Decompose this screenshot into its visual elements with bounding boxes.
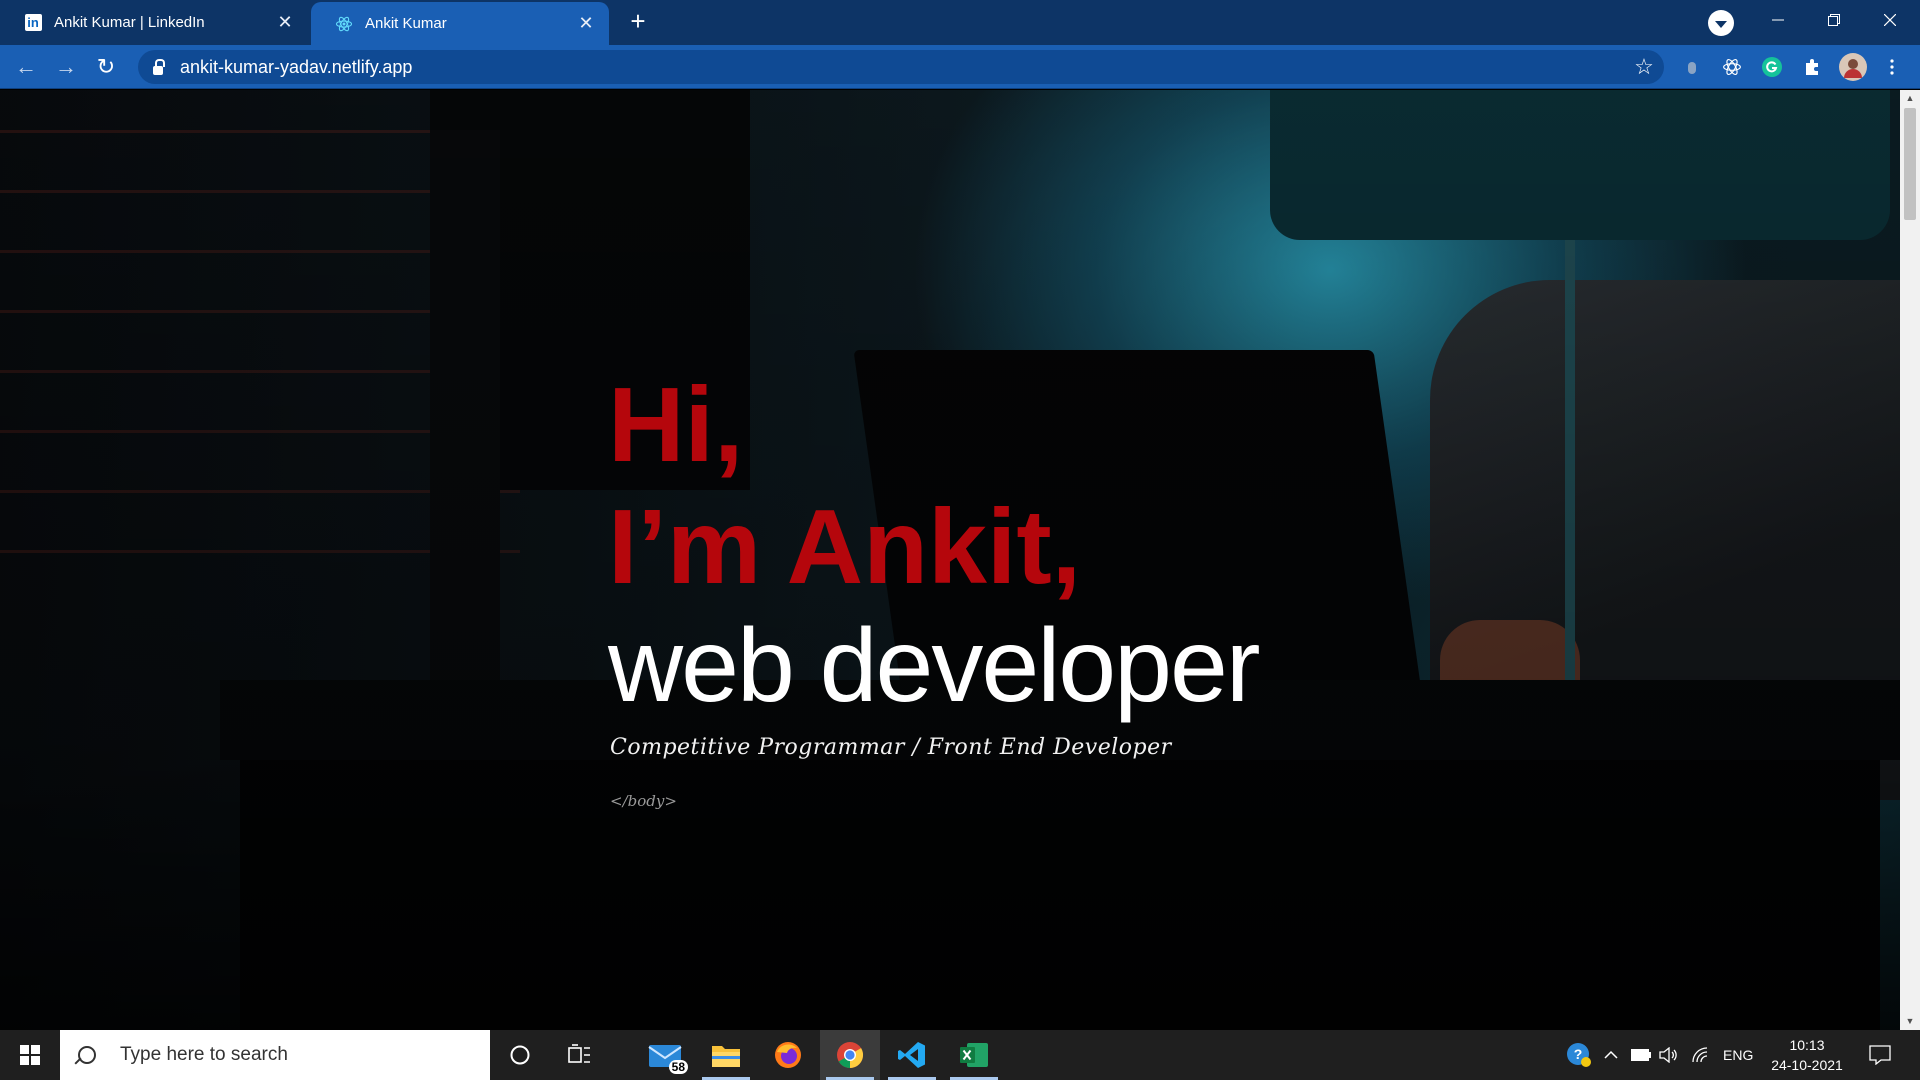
clock-time: 10:13 [1789,1037,1825,1053]
react-icon [335,15,353,33]
task-view-icon[interactable] [550,1030,610,1080]
volume-icon[interactable] [1658,1044,1680,1066]
battery-icon[interactable] [1630,1044,1652,1066]
linkedin-icon: in [24,14,42,32]
back-button[interactable]: ← [10,51,42,83]
search-icon [78,1046,96,1064]
reload-button[interactable]: ↻ [90,51,122,83]
excel-icon[interactable] [944,1030,1004,1080]
tab-ankit-kumar[interactable]: Ankit Kumar ✕ [311,2,609,45]
restore-icon [1828,14,1840,26]
language-indicator[interactable]: ENG [1723,1030,1753,1080]
svg-text:?: ? [1574,1046,1583,1062]
browser-toolbar: ← → ↻ ankit-kumar-yadav.netlify.app ☆ [0,45,1920,89]
tab-title: Ankit Kumar [365,15,447,32]
scroll-down-arrow-icon[interactable]: ▼ [1900,1013,1920,1030]
notifications-icon[interactable] [1868,1043,1892,1067]
wifi-icon[interactable] [1690,1044,1712,1066]
tab-close-icon[interactable]: ✕ [571,9,601,39]
windows-taskbar: Type here to search 58 ? ENG 10:13 24-10… [0,1030,1920,1080]
chrome-icon[interactable] [820,1030,880,1080]
scroll-thumb[interactable] [1904,108,1916,220]
tab-search-button[interactable] [1708,10,1734,36]
firefox-icon[interactable] [758,1030,818,1080]
close-icon [1884,14,1896,26]
tab-close-icon[interactable]: ✕ [270,8,300,38]
file-explorer-icon[interactable] [696,1030,756,1080]
tab-linkedin[interactable]: in Ankit Kumar | LinkedIn ✕ [0,0,308,45]
profile-avatar[interactable] [1838,52,1868,82]
page-scrollbar[interactable]: ▲ ▼ [1900,90,1920,1030]
lock-icon [153,58,165,75]
close-window-button[interactable] [1862,0,1918,40]
address-bar[interactable]: ankit-kumar-yadav.netlify.app ☆ [138,50,1664,84]
clock-date: 24-10-2021 [1771,1057,1843,1073]
minimize-icon [1772,19,1784,21]
taskbar-search-box[interactable]: Type here to search [60,1030,490,1080]
help-icon[interactable]: ? [1566,1042,1592,1068]
mail-icon[interactable]: 58 [636,1030,696,1080]
start-button[interactable] [0,1030,60,1080]
tab-title: Ankit Kumar | LinkedIn [54,14,205,31]
restore-button[interactable] [1806,0,1862,40]
chevron-down-icon [1715,21,1727,28]
react-devtools-icon[interactable] [1720,55,1744,79]
minimize-button[interactable] [1750,0,1806,40]
hero-role: web developer [608,608,1260,724]
scroll-up-arrow-icon[interactable]: ▲ [1900,90,1920,107]
vscode-icon[interactable] [882,1030,942,1080]
mail-badge: 58 [668,1060,688,1074]
new-tab-button[interactable]: + [622,6,654,38]
chevron-up-icon[interactable] [1600,1044,1622,1066]
hero-greeting: Hi, [608,366,744,484]
body-tag-decoration: </body> [610,792,677,810]
menu-kebab-icon[interactable] [1880,55,1904,79]
search-placeholder: Type here to search [120,1044,288,1065]
extensions-puzzle-icon[interactable] [1800,55,1824,79]
url-text[interactable]: ankit-kumar-yadav.netlify.app [180,57,1624,78]
cortana-icon[interactable] [490,1030,550,1080]
hero-subtitle: Competitive Programmar / Front End Devel… [610,735,1172,760]
forward-button[interactable]: → [50,51,82,83]
system-clock[interactable]: 10:13 24-10-2021 [1764,1035,1850,1075]
web-page: Hi, I’m Ankit, web developer Competitive… [0,90,1900,1030]
bookmark-star-icon[interactable]: ☆ [1624,54,1664,80]
grammarly-icon[interactable] [1760,55,1784,79]
browser-tab-bar: in Ankit Kumar | LinkedIn ✕ Ankit Kumar … [0,0,1920,45]
hero-name: I’m Ankit, [608,488,1082,606]
windows-logo-icon [20,1045,40,1065]
linkedin-logo-text: in [24,14,42,31]
extension-icon[interactable] [1680,55,1704,79]
